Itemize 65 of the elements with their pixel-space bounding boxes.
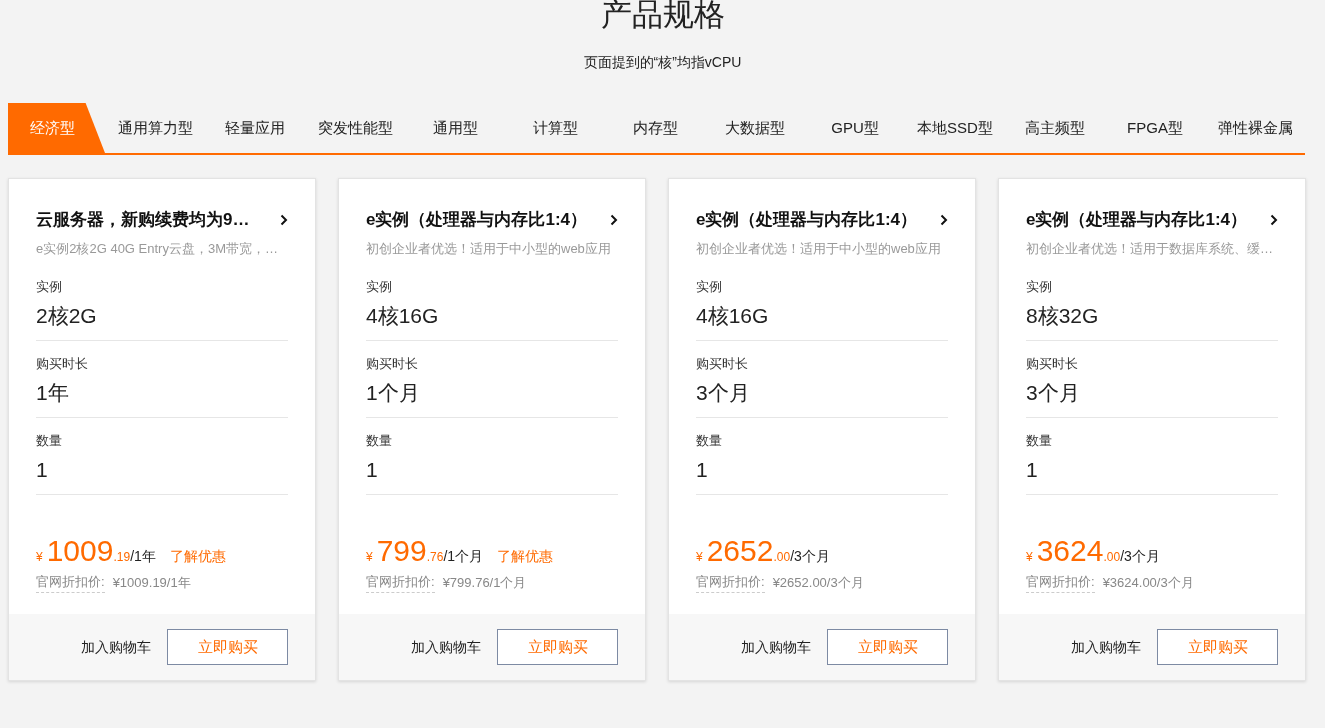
price: ¥3624.00/3个月	[1026, 535, 1160, 568]
field-label: 实例	[366, 278, 393, 296]
field-label: 数量	[696, 432, 723, 450]
field-label: 实例	[696, 278, 723, 296]
category-tab[interactable]: 突发性能型	[305, 103, 405, 153]
field-value: 1年	[36, 380, 70, 406]
field-value: 1	[366, 457, 379, 483]
field-label: 数量	[36, 432, 63, 450]
field-label: 数量	[1026, 432, 1053, 450]
card-description: e实例2核2G 40G Entry云盘，3M带宽，…	[36, 239, 279, 258]
category-tab[interactable]: 计算型	[505, 103, 605, 153]
field-value: 1	[696, 457, 709, 483]
chevron-right-icon[interactable]	[610, 213, 618, 226]
field-label: 数量	[366, 432, 393, 450]
official-price-label: 官网折扣价:	[366, 572, 435, 593]
card-title[interactable]: e实例（处理器与内存比1:4）	[366, 207, 588, 233]
add-to-cart-button[interactable]: 加入购物车	[741, 636, 811, 658]
category-tab[interactable]: 通用型	[405, 103, 505, 153]
field-value: 1个月	[366, 380, 421, 406]
category-tab[interactable]: 弹性裸金属	[1205, 103, 1305, 153]
field-value: 3个月	[696, 380, 751, 406]
card-title[interactable]: 云服务器，新购续费均为9…	[36, 207, 250, 233]
official-price: ¥2652.00/3个月	[772, 573, 864, 592]
category-tab[interactable]: FPGA型	[1105, 103, 1205, 153]
category-tab[interactable]: 本地SSD型	[905, 103, 1005, 153]
field-value: 8核32G	[1026, 303, 1100, 329]
add-to-cart-button[interactable]: 加入购物车	[411, 636, 481, 658]
price: ¥799.76/1个月	[366, 535, 484, 568]
field-label: 实例	[36, 278, 63, 296]
official-price: ¥799.76/1个月	[442, 573, 527, 592]
card-description: 初创企业者优选！适用于数据库系统、缓…	[1026, 239, 1274, 258]
official-price-label: 官网折扣价:	[1026, 572, 1095, 593]
field-label: 购买时长	[1026, 355, 1079, 373]
field-value: 4核16G	[366, 303, 440, 329]
field-label: 购买时长	[36, 355, 89, 373]
chevron-right-icon[interactable]	[940, 213, 948, 226]
card-title[interactable]: e实例（处理器与内存比1:4）	[1026, 207, 1248, 233]
category-tab[interactable]: 通用算力型	[105, 103, 205, 153]
page-subtitle: 页面提到的“核”均指vCPU	[583, 53, 742, 72]
field-value: 4核16G	[696, 303, 770, 329]
category-tab[interactable]: 轻量应用	[205, 103, 305, 153]
card-description: 初创企业者优选！适用于中小型的web应用	[696, 239, 942, 258]
chevron-right-icon[interactable]	[1270, 213, 1278, 226]
category-tab[interactable]: 内存型	[605, 103, 705, 153]
official-price-label: 官网折扣价:	[36, 572, 105, 593]
field-label: 购买时长	[366, 355, 419, 373]
field-label: 实例	[1026, 278, 1053, 296]
field-label: 购买时长	[696, 355, 749, 373]
card-description: 初创企业者优选！适用于中小型的web应用	[366, 239, 612, 258]
official-price: ¥1009.19/1年	[112, 573, 191, 592]
official-price-label: 官网折扣价:	[696, 572, 765, 593]
price: ¥2652.00/3个月	[696, 535, 830, 568]
category-tab[interactable]: 高主频型	[1005, 103, 1105, 153]
field-value: 1	[36, 457, 49, 483]
category-tab[interactable]: 大数据型	[705, 103, 805, 153]
add-to-cart-button[interactable]: 加入购物车	[81, 636, 151, 658]
add-to-cart-button[interactable]: 加入购物车	[1071, 636, 1141, 658]
category-tab[interactable]: GPU型	[805, 103, 905, 153]
official-price: ¥3624.00/3个月	[1102, 573, 1194, 592]
price: ¥1009.19/1年	[36, 535, 156, 568]
card-title[interactable]: e实例（处理器与内存比1:4）	[696, 207, 918, 233]
field-value: 2核2G	[36, 303, 98, 329]
chevron-right-icon[interactable]	[280, 213, 288, 226]
field-value: 3个月	[1026, 380, 1081, 406]
field-value: 1	[1026, 457, 1039, 483]
